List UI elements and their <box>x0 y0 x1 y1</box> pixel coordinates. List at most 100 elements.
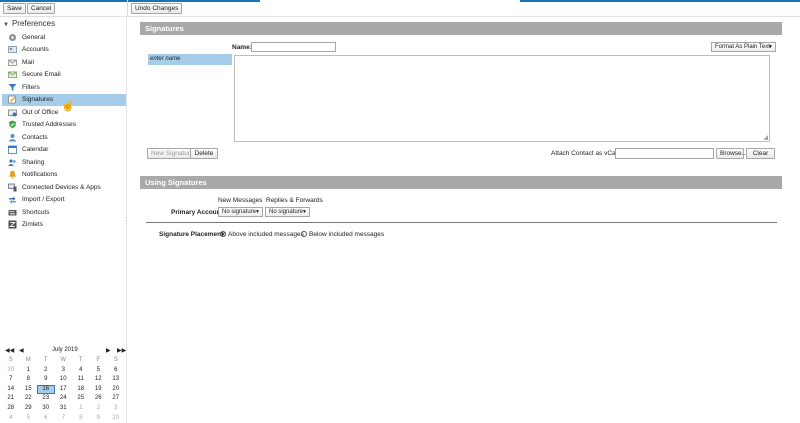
sidebar-item-contacts[interactable]: Contacts <box>2 131 126 143</box>
sidebar-item-label: Signatures <box>22 96 54 103</box>
resize-handle-icon[interactable]: ◢ <box>763 134 768 141</box>
calendar-day[interactable]: 21 <box>2 394 20 404</box>
calendar-day[interactable]: 2 <box>90 404 108 414</box>
prev-month-button[interactable]: ◀ <box>19 347 24 354</box>
calendar-day[interactable]: 13 <box>107 375 125 385</box>
calendar-day[interactable]: 9 <box>90 414 108 423</box>
collapse-triangle-icon[interactable]: ▼ <box>3 22 9 28</box>
radio-unselected-icon[interactable] <box>301 231 307 237</box>
calendar-day[interactable]: 1 <box>20 366 38 376</box>
clear-button[interactable]: Clear <box>746 148 775 159</box>
calendar-day[interactable]: 31 <box>55 404 73 414</box>
sidebar-item-general[interactable]: General <box>2 31 126 43</box>
calendar-day[interactable]: 5 <box>90 366 108 376</box>
sidebar-item-label: Notifications <box>22 171 58 178</box>
signature-icon <box>8 95 17 104</box>
format-select[interactable]: Format As Plain Text ▼ <box>711 42 776 52</box>
sidebar-item-connected-devices[interactable]: Connected Devices & Apps <box>2 181 126 193</box>
sidebar-item-label: Out of Office <box>22 108 59 116</box>
chevron-down-icon: ▼ <box>302 209 307 215</box>
undo-changes-button[interactable]: Undo Changes <box>131 3 183 14</box>
sidebar-item-zimlets[interactable]: Zimlets <box>2 219 126 231</box>
calendar-day[interactable]: 24 <box>55 394 73 404</box>
calendar-day[interactable]: 10 <box>107 414 125 423</box>
calendar-day[interactable]: 11 <box>72 375 90 385</box>
calendar-day[interactable]: 14 <box>2 385 20 395</box>
signatures-section-header: Signatures <box>140 22 782 35</box>
sidebar-item-sharing[interactable]: Sharing <box>2 156 126 168</box>
out-of-office-icon <box>8 108 17 117</box>
calendar-weekday: W <box>60 357 67 363</box>
save-button[interactable]: Save <box>3 3 26 14</box>
cancel-button[interactable]: Cancel <box>27 3 56 14</box>
calendar-day[interactable]: 27 <box>107 394 125 404</box>
new-messages-signature-select[interactable]: No signature ▼ <box>218 207 263 217</box>
calendar-day[interactable]: 29 <box>20 404 38 414</box>
calendar-day[interactable]: 6 <box>37 414 55 423</box>
signature-body-textarea[interactable]: ◢ <box>234 55 770 142</box>
calendar-day[interactable]: 8 <box>20 375 38 385</box>
vcard-input[interactable] <box>615 148 714 159</box>
preferences-heading[interactable]: ▼ Preferences <box>3 19 55 28</box>
calendar-day[interactable]: 23 <box>37 394 55 404</box>
sidebar-item-trusted-addresses[interactable]: Trusted Addresses <box>2 119 126 131</box>
calendar-day[interactable]: 10 <box>55 375 73 385</box>
placement-below-option[interactable]: Below included messages <box>301 230 384 238</box>
next-month-button[interactable]: ▶ <box>106 347 111 354</box>
calendar-day[interactable]: 3 <box>55 366 73 376</box>
calendar-day[interactable]: 26 <box>90 394 108 404</box>
attach-vcard-label: Attach Contact as vCard: <box>551 150 624 157</box>
calendar-day[interactable]: 28 <box>2 404 20 414</box>
calendar-day[interactable]: 15 <box>20 385 38 395</box>
next-year-button[interactable]: ▶▶ <box>117 347 126 354</box>
calendar-day[interactable]: 4 <box>72 366 90 376</box>
calendar-day[interactable]: 18 <box>72 385 90 395</box>
calendar-day[interactable]: 22 <box>20 394 38 404</box>
sidebar-item-label: General <box>22 33 46 41</box>
calendar-day[interactable]: 30 <box>37 404 55 414</box>
radio-selected-icon[interactable] <box>220 231 226 237</box>
calendar-day[interactable]: 20 <box>107 385 125 395</box>
gear-icon <box>8 33 17 42</box>
calendar-day[interactable]: 30 <box>2 366 20 376</box>
sidebar-item-filters[interactable]: Filters <box>2 81 126 93</box>
browse-button[interactable]: Browse... <box>716 148 747 159</box>
sidebar-item-mail[interactable]: Mail <box>2 56 126 68</box>
sidebar-item-label: Calendar <box>22 146 49 153</box>
calendar-day[interactable]: 9 <box>37 375 55 385</box>
resize-grip-icon[interactable]: · · · <box>125 215 127 227</box>
list-item[interactable]: enter name <box>148 54 232 65</box>
sidebar-item-accounts[interactable]: Accounts <box>2 44 126 56</box>
calendar-day[interactable]: 8 <box>72 414 90 423</box>
signature-name-input[interactable] <box>251 42 336 52</box>
calendar-day-today[interactable]: 16 <box>37 384 55 395</box>
delete-button[interactable]: Delete <box>190 148 218 159</box>
sidebar-item-label: Trusted Addresses <box>22 121 76 128</box>
calendar-day[interactable]: 5 <box>20 414 38 423</box>
name-label: Name: <box>232 44 252 51</box>
calendar-day[interactable]: 7 <box>55 414 73 423</box>
calendar-day[interactable]: 7 <box>2 375 20 385</box>
sidebar-item-notifications[interactable]: Notifications <box>2 169 126 181</box>
calendar-day[interactable]: 25 <box>72 394 90 404</box>
sidebar-item-label: Mail <box>22 58 34 66</box>
replies-signature-select[interactable]: No signature ▼ <box>265 207 310 217</box>
calendar-weekday: M <box>25 357 31 363</box>
calendar-day[interactable]: 2 <box>37 366 55 376</box>
calendar-month-title[interactable]: July 2019 <box>52 347 78 353</box>
prev-year-button[interactable]: ◀◀ <box>5 347 14 354</box>
sidebar-item-calendar[interactable]: Calendar <box>2 144 126 156</box>
sidebar-item-secure-email[interactable]: Secure Email <box>2 69 126 81</box>
calendar-day[interactable]: 4 <box>2 414 20 423</box>
calendar-day[interactable]: 19 <box>90 385 108 395</box>
sidebar-item-label: Contacts <box>22 133 48 141</box>
accounts-icon <box>8 45 17 54</box>
sidebar-item-shortcuts[interactable]: Shortcuts <box>2 206 126 218</box>
calendar-day[interactable]: 6 <box>107 366 125 376</box>
placement-above-option[interactable]: Above included messages <box>220 230 304 238</box>
calendar-day[interactable]: 12 <box>90 375 108 385</box>
sidebar-item-import-export[interactable]: Import / Export <box>2 194 126 206</box>
calendar-day[interactable]: 17 <box>55 385 73 395</box>
calendar-day[interactable]: 1 <box>72 404 90 414</box>
calendar-day[interactable]: 3 <box>107 404 125 414</box>
